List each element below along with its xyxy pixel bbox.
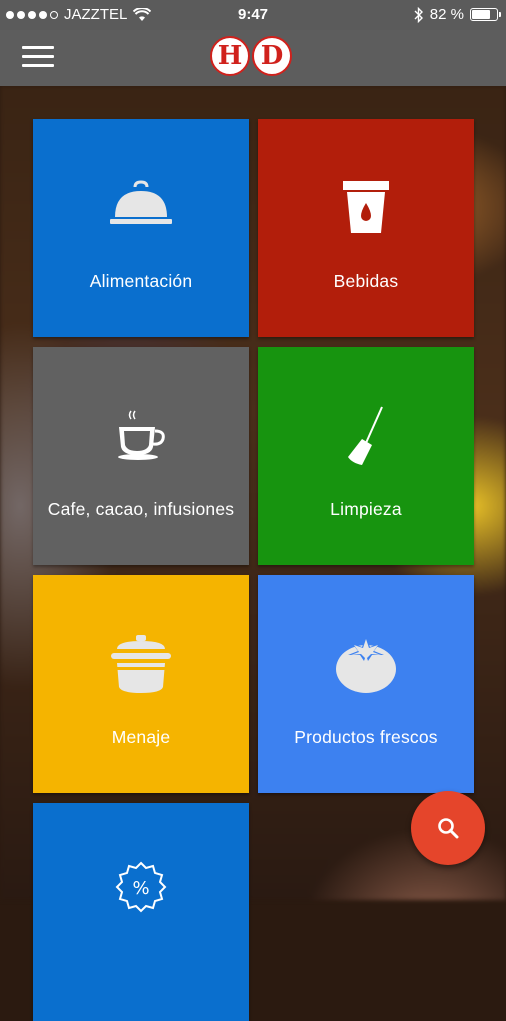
category-label: Menaje — [111, 727, 171, 747]
tomato-icon — [336, 637, 396, 693]
drink-cup-icon — [343, 181, 389, 233]
category-tile-bebidas[interactable]: Bebidas — [258, 119, 474, 337]
broom-icon — [348, 406, 383, 465]
logo-letter-d: D — [252, 36, 292, 76]
search-icon — [438, 818, 459, 839]
category-tile-menaje[interactable]: Menaje — [33, 575, 249, 793]
app-bar: H D — [0, 30, 506, 86]
svg-text:%: % — [132, 878, 149, 899]
battery-percent: 82 % — [429, 6, 464, 23]
category-label: Cafe, cacao, infusiones — [47, 499, 235, 519]
category-tile-ofertas[interactable]: % — [33, 803, 249, 1021]
cooking-pot-icon — [111, 635, 171, 693]
status-bar: JAZZTEL 9:47 82 % — [0, 0, 506, 30]
category-label: Limpieza — [330, 499, 402, 519]
category-tile-limpieza[interactable]: Limpieza — [258, 347, 474, 565]
logo-letter-h: H — [210, 36, 250, 76]
menu-button[interactable] — [22, 46, 54, 70]
category-label: Bebidas — [333, 271, 399, 291]
search-button[interactable] — [411, 791, 485, 865]
category-tile-cafe[interactable]: Cafe, cacao, infusiones — [33, 347, 249, 565]
category-label: Productos frescos — [294, 727, 438, 747]
coffee-cup-icon — [118, 410, 165, 460]
category-tile-alimentacion[interactable]: Alimentación — [33, 119, 249, 337]
cloche-icon — [110, 180, 172, 224]
bluetooth-icon — [414, 6, 423, 23]
category-label: Alimentación — [89, 271, 193, 291]
app-logo: H D — [210, 36, 292, 76]
category-tile-productos-frescos[interactable]: Productos frescos — [258, 575, 474, 793]
battery-icon — [470, 8, 501, 21]
discount-badge-icon: % — [115, 861, 167, 913]
